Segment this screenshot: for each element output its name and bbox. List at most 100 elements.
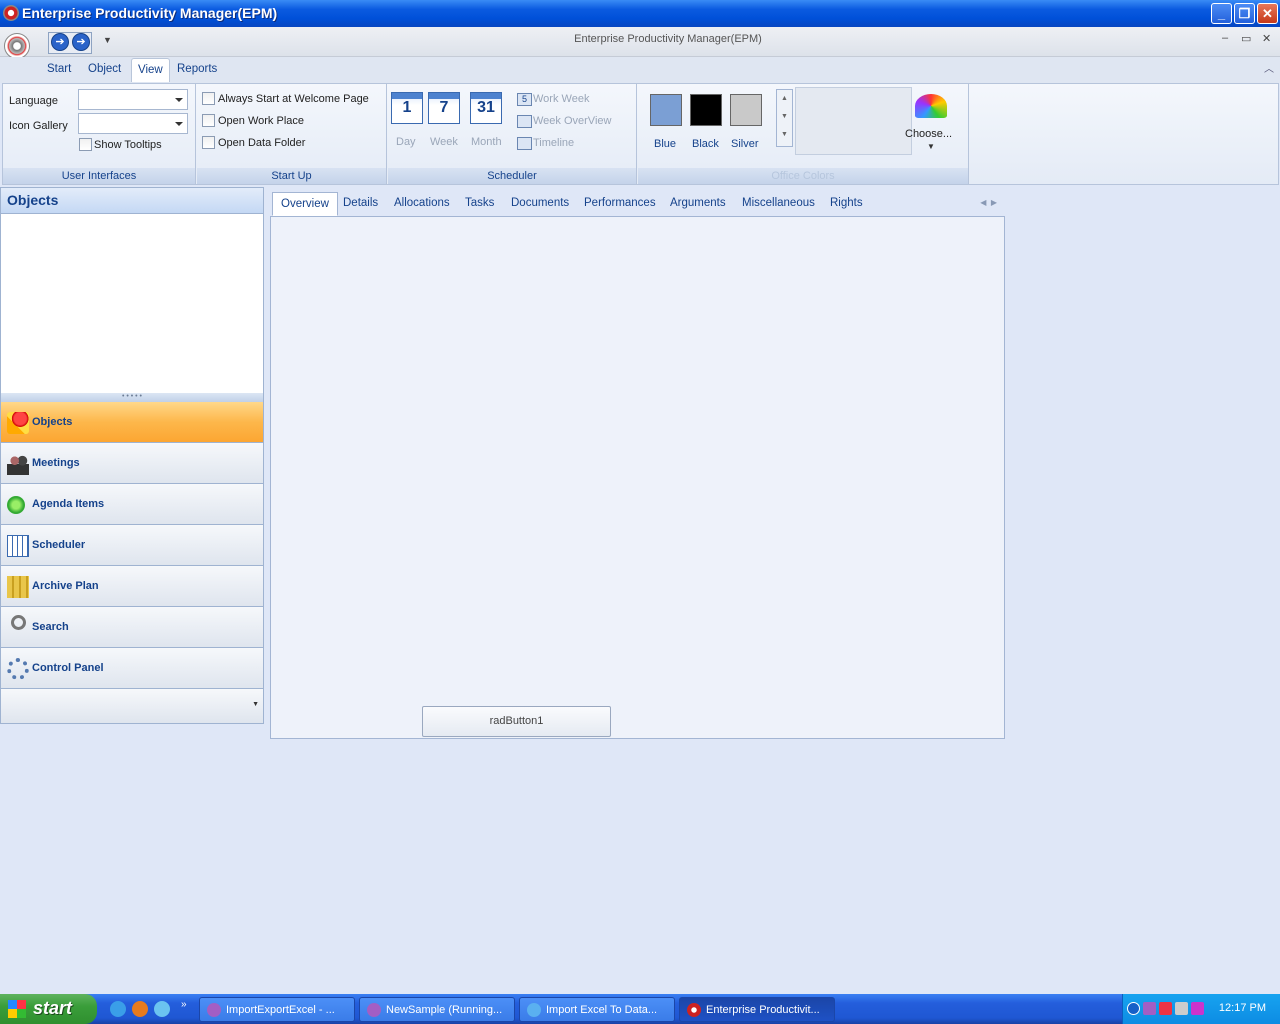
inner-minimize-button[interactable]: – [1222, 32, 1228, 44]
nav-overflow[interactable]: ▼ [1, 689, 263, 723]
security-icon[interactable] [1191, 1002, 1204, 1015]
tab-view[interactable]: View [131, 58, 170, 82]
rad-button[interactable]: radButton1 [422, 706, 611, 737]
tab-performances[interactable]: Performances [576, 192, 664, 216]
black-swatch[interactable] [690, 94, 722, 126]
restore-button[interactable]: ❐ [1234, 3, 1255, 24]
ie-icon [527, 1003, 541, 1017]
inner-close-button[interactable]: ✕ [1262, 32, 1271, 45]
start-label: start [33, 998, 73, 1018]
day-view-icon[interactable]: 1 [391, 92, 423, 124]
chevron-down-icon[interactable]: ▼ [252, 701, 259, 708]
blue-swatch[interactable] [650, 94, 682, 126]
quicklaunch-more-icon[interactable]: » [181, 999, 187, 1010]
ribbon-collapse-icon[interactable]: ︿ [1264, 60, 1274, 75]
overview-page: radButton1 [270, 216, 1005, 739]
open-data-folder-checkbox[interactable] [202, 136, 215, 149]
nav-item-label: Meetings [32, 457, 80, 469]
objects-icon [7, 412, 29, 434]
open-work-place-label: Open Work Place [218, 115, 305, 127]
messenger-icon[interactable] [1159, 1002, 1172, 1015]
choose-dropdown-icon[interactable]: ▼ [927, 142, 935, 151]
vs-icon [367, 1003, 381, 1017]
always-start-label: Always Start at Welcome Page [218, 93, 369, 105]
nav-item-control-panel[interactable]: Control Panel [1, 648, 263, 689]
tab-rights[interactable]: Rights [822, 192, 871, 216]
tab-details[interactable]: Details [335, 192, 386, 216]
show-tooltips-label: Show Tooltips [94, 139, 162, 151]
nav-item-archive-plan[interactable]: Archive Plan [1, 566, 263, 607]
taskbar-item-label: Enterprise Productivit... [706, 1004, 820, 1016]
language-label: Language [9, 95, 58, 107]
network-icon[interactable] [1143, 1002, 1156, 1015]
taskbar-item-active[interactable]: Enterprise Productivit... [679, 997, 835, 1022]
timeline-button[interactable]: Timeline [533, 137, 574, 149]
week-overview-button[interactable]: Week OverView [533, 115, 611, 127]
nav-item-label: Control Panel [32, 662, 104, 674]
epm-app-icon [687, 1003, 701, 1017]
title-bar: Enterprise Productivity Manager(EPM) _ ❐… [0, 0, 1280, 27]
taskbar-item-label: NewSample (Running... [386, 1004, 503, 1016]
display-icon[interactable] [1175, 1002, 1188, 1015]
taskbar-item[interactable]: NewSample (Running... [359, 997, 515, 1022]
tab-tasks[interactable]: Tasks [457, 192, 502, 216]
start-button[interactable]: start [0, 994, 97, 1024]
minimize-button[interactable]: _ [1211, 3, 1232, 24]
taskbar: start » ImportExportExcel - ... NewSampl… [0, 994, 1280, 1024]
icon-gallery-combo[interactable] [78, 113, 188, 134]
ie-icon[interactable] [110, 1001, 126, 1017]
timeline-icon[interactable] [517, 137, 532, 150]
icon-gallery-label: Icon Gallery [9, 120, 68, 132]
work-week-icon[interactable]: 5 [517, 93, 532, 106]
day-label: Day [396, 136, 416, 148]
choose-button[interactable]: Choose... [905, 128, 952, 140]
tab-start[interactable]: Start [41, 58, 77, 82]
group-user-interfaces: Language Icon Gallery Show Tooltips User… [3, 84, 196, 184]
gallery-box[interactable] [795, 87, 912, 155]
work-week-button[interactable]: Work Week [533, 93, 589, 105]
week-view-icon[interactable]: 7 [428, 92, 460, 124]
app-icon [3, 5, 19, 21]
nav-item-objects[interactable]: Objects [1, 402, 263, 443]
month-view-icon[interactable]: 31 [470, 92, 502, 124]
language-combo[interactable] [78, 89, 188, 110]
meetings-icon [7, 453, 29, 475]
nav-item-label: Search [32, 621, 69, 633]
nav-splitter[interactable]: • • • • • [1, 393, 263, 402]
tab-arguments[interactable]: Arguments [662, 192, 734, 216]
open-work-place-checkbox[interactable] [202, 114, 215, 127]
firefox-icon[interactable] [132, 1001, 148, 1017]
quicklaunch-icon[interactable] [154, 1001, 170, 1017]
group-label: Start Up [197, 168, 386, 184]
nav-item-agenda-items[interactable]: Agenda Items [1, 484, 263, 525]
tab-reports[interactable]: Reports [171, 58, 223, 82]
nav-item-label: Objects [32, 416, 73, 428]
show-tooltips-checkbox[interactable] [79, 138, 92, 151]
always-start-checkbox[interactable] [202, 92, 215, 105]
group-start-up: Always Start at Welcome Page Open Work P… [197, 84, 387, 184]
nav-header: Objects [1, 188, 263, 214]
nav-item-meetings[interactable]: Meetings [1, 443, 263, 484]
silver-swatch[interactable] [730, 94, 762, 126]
nav-item-search[interactable]: Search [1, 607, 263, 648]
tab-miscellaneous[interactable]: Miscellaneous [734, 192, 823, 216]
system-tray: 12:17 PM [1122, 994, 1280, 1024]
tab-documents[interactable]: Documents [503, 192, 577, 216]
inner-maximize-button[interactable]: ▭ [1241, 32, 1251, 45]
close-button[interactable]: ✕ [1257, 3, 1278, 24]
month-label: Month [471, 136, 502, 148]
taskbar-item[interactable]: ImportExportExcel - ... [199, 997, 355, 1022]
tab-overview[interactable]: Overview [272, 192, 338, 216]
taskbar-item-label: ImportExportExcel - ... [226, 1004, 335, 1016]
tray-expand-icon[interactable] [1127, 1002, 1140, 1015]
taskbar-item[interactable]: Import Excel To Data... [519, 997, 675, 1022]
group-label: Office Colors [638, 168, 968, 184]
nav-item-scheduler[interactable]: Scheduler [1, 525, 263, 566]
tab-allocations[interactable]: Allocations [386, 192, 458, 216]
color-palette-icon[interactable] [915, 94, 947, 118]
group-label: User Interfaces [3, 168, 195, 184]
gallery-scroll[interactable]: ▲ ▼ ▼ [776, 89, 793, 147]
tab-object[interactable]: Object [82, 58, 127, 82]
tab-scroll-arrows[interactable]: ◀ ▶ [980, 198, 997, 207]
week-overview-icon[interactable] [517, 115, 532, 128]
